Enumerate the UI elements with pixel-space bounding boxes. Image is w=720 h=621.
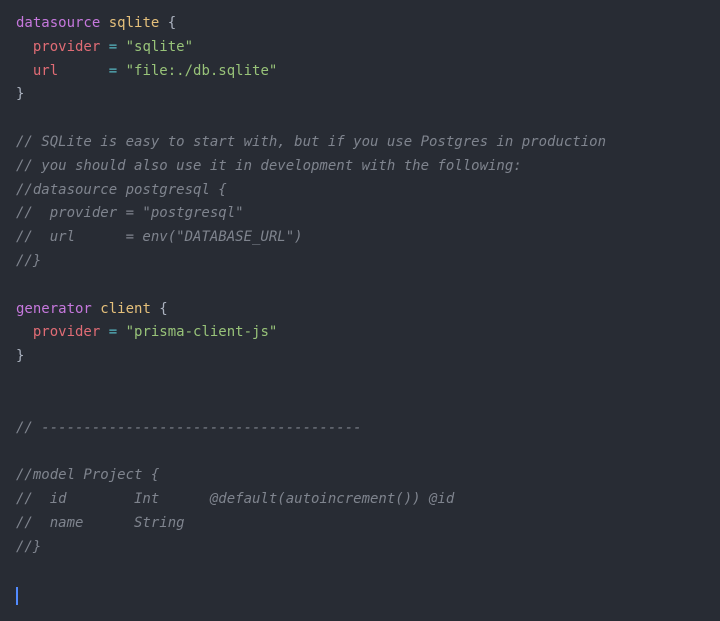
string-prisma: "prisma-client-js" <box>126 324 278 340</box>
brace-close: } <box>16 348 24 364</box>
line: } <box>16 86 24 102</box>
line: // -------------------------------------… <box>16 420 362 436</box>
line: provider = "prisma-client-js" <box>16 324 277 340</box>
brace-close: } <box>16 86 24 102</box>
brace-open: { <box>151 301 168 317</box>
comment: //model Project { <box>16 467 159 483</box>
line: url = "file:./db.sqlite" <box>16 63 277 79</box>
line: // provider = "postgresql" <box>16 205 244 221</box>
operator-eq: = <box>58 63 125 79</box>
keyword-generator: generator <box>16 301 92 317</box>
comment: //} <box>16 253 41 269</box>
comment: // you should also use it in development… <box>16 158 522 174</box>
line: //} <box>16 253 41 269</box>
operator-eq: = <box>100 324 125 340</box>
comment-divider: // -------------------------------------… <box>16 420 362 436</box>
line: // id Int @default(autoincrement()) @id <box>16 491 454 507</box>
line: // name String <box>16 515 185 531</box>
prop-provider: provider <box>33 39 100 55</box>
line: // you should also use it in development… <box>16 158 522 174</box>
line: //model Project { <box>16 467 159 483</box>
line: datasource sqlite { <box>16 15 176 31</box>
line: } <box>16 348 24 364</box>
comment: // SQLite is easy to start with, but if … <box>16 134 606 150</box>
code-editor[interactable]: datasource sqlite { provider = "sqlite" … <box>16 12 704 610</box>
brace-open: { <box>159 15 176 31</box>
line: // SQLite is easy to start with, but if … <box>16 134 606 150</box>
comment: //} <box>16 539 41 555</box>
prop-provider: provider <box>33 324 100 340</box>
prop-url: url <box>33 63 58 79</box>
line: //} <box>16 539 41 555</box>
generator-name: client <box>100 301 151 317</box>
line: // url = env("DATABASE_URL") <box>16 229 303 245</box>
comment: // id Int @default(autoincrement()) @id <box>16 491 454 507</box>
string-file: "file:./db.sqlite" <box>126 63 278 79</box>
operator-eq: = <box>100 39 125 55</box>
keyword-datasource: datasource <box>16 15 100 31</box>
comment: // url = env("DATABASE_URL") <box>16 229 303 245</box>
string-sqlite: "sqlite" <box>126 39 193 55</box>
cursor <box>16 587 18 605</box>
comment: // provider = "postgresql" <box>16 205 244 221</box>
line: //datasource postgresql { <box>16 182 227 198</box>
comment: // name String <box>16 515 185 531</box>
comment: //datasource postgresql { <box>16 182 227 198</box>
line: provider = "sqlite" <box>16 39 193 55</box>
datasource-name: sqlite <box>109 15 160 31</box>
line: generator client { <box>16 301 168 317</box>
